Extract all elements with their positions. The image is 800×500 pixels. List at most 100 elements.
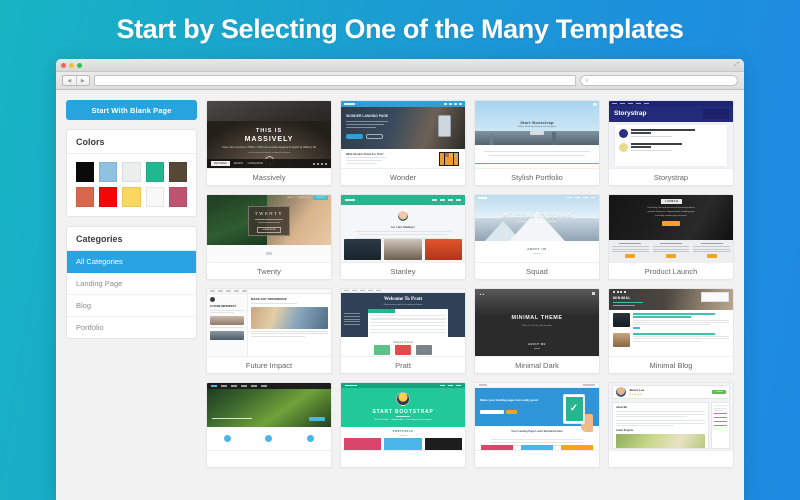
thumb-title: Storystrap [614,110,647,117]
sidebar-item-landing-page[interactable]: Landing Page [67,273,196,295]
thumb-title-line1: THIS IS [255,128,283,134]
colors-panel: Colors [66,129,197,217]
template-name: Squad [475,262,599,279]
template-name: Pratt [341,356,465,373]
template-card-squad[interactable]: WELCOME TO SQUAD Responsive one page tem… [474,194,600,280]
thumb-text: sed do eiusmod tempor incididunt ut labo… [248,152,290,154]
color-swatch[interactable] [122,187,141,207]
close-icon[interactable] [61,62,66,68]
color-swatch-row [76,187,188,207]
color-swatch[interactable] [145,162,164,182]
search-icon: ⚲ [585,77,589,84]
color-swatch[interactable] [122,162,141,182]
thumb-title: LAUNCH [661,199,683,204]
hamburger-icon [593,103,597,106]
color-swatch[interactable] [99,187,118,207]
color-swatch[interactable] [76,187,95,207]
template-thumbnail: Hi, I am Stanley! [341,195,465,262]
template-card-row4-3[interactable]: Make your landing page look really good … [474,382,600,468]
thumb-title: WONDER LANDING PAGE [346,114,389,118]
template-card-stylish-portfolio[interactable]: Start Bootstrap A Free Bootstrap Respons… [474,100,600,186]
window-titlebar: ⤢ [56,59,744,72]
thumb-subtitle: Your Landing Page Looks Wonderful Here [511,430,563,433]
template-card-row4-1[interactable] [206,382,332,468]
nav-buttons: ◀ ▶ [62,75,90,86]
categories-panel-title: Categories [67,227,196,251]
template-thumbnail: Welcome To Pratt Work smarter with the h… [341,289,465,356]
minimize-icon[interactable] [69,62,74,68]
expand-icon[interactable]: ⤢ [734,62,739,68]
template-name: Wonder [341,168,465,185]
template-thumbnail: START BOOTSTRAP Web Developer · Graphic … [341,383,465,450]
thumb-dots [313,162,327,165]
thumb-text: The flashy, fast and precise for beautif… [647,207,695,209]
template-thumbnail: James Lee ★★★★★ Contact About Me Latest … [609,383,733,450]
color-swatch[interactable] [168,187,188,207]
color-swatch[interactable] [76,162,95,182]
template-card-row4-2[interactable]: START BOOTSTRAP Web Developer · Graphic … [340,382,466,468]
template-thumbnail [207,383,331,450]
sidebar-item-blog[interactable]: Blog [67,295,196,317]
thumb-subtitle: Designed To Excel [393,341,413,344]
thumb-title: Make your landing page look really good [480,398,539,402]
thumb-title-line2: MASSIVELY [244,136,294,143]
template-card-minimal-blog[interactable]: MINIMAL Minimal Blog [608,288,734,374]
page-title: Start by Selecting One of the Many Templ… [116,14,684,44]
template-thumbnail: Make your landing page look really good … [475,383,599,450]
template-card-product-launch[interactable]: LAUNCH The flashy, fast and precise for … [608,194,734,280]
template-card-future-impact[interactable]: FUTURE IMPERFECT MAKE ANY DIFFERENCE Fut… [206,288,332,374]
template-name: Massively [207,168,331,185]
thumb-title: MINIMAL THEME [511,315,563,321]
thumb-button: LEARN MORE [257,226,281,233]
template-card-twenty[interactable]: HELLO PORTFOLIO SIGN UP TWENTY LEARN MORE … [206,194,332,280]
search-input[interactable]: ⚲ [580,75,738,86]
thumb-text: What Should I Know For This? [346,153,384,156]
template-card-storystrap[interactable]: Storystrap Storystrap [608,100,734,186]
thumb-subtitle: MAKE ANY DIFFERENCE [250,297,287,301]
template-card-minimal-dark[interactable]: ▲▲ MINIMAL THEME Hello, I'm Carter, Web … [474,288,600,374]
template-name [341,450,465,467]
start-with-blank-page-button[interactable]: Start With Blank Page [66,100,197,120]
color-swatch[interactable] [99,162,118,182]
template-name: Twenty [207,262,331,279]
template-card-stanley[interactable]: Hi, I am Stanley! Stanley [340,194,466,280]
color-swatch-grid [67,154,196,216]
template-thumbnail: Start Bootstrap A Free Bootstrap Respons… [475,101,599,168]
browser-window: ⤢ ◀ ▶ ⚲ Start With Blank Page Colors Cat… [56,59,744,500]
template-name: Stylish Portfolio [475,168,599,185]
template-name: Minimal Dark [475,356,599,373]
thumb-badge: Contact [712,390,726,394]
template-card-massively[interactable]: THIS IS MASSIVELY Clean, fully responsiv… [206,100,332,186]
forward-icon[interactable]: ▶ [75,76,90,85]
template-name [207,450,331,467]
thumb-section: ABOUT ME [528,343,546,346]
template-thumbnail: ▲▲ MINIMAL THEME Hello, I'm Carter, Web … [475,289,599,356]
back-icon[interactable]: ◀ [63,76,76,85]
thumb-section: PORTFOLIO [392,430,414,433]
template-card-pratt[interactable]: Welcome To Pratt Work smarter with the h… [340,288,466,374]
template-thumbnail: MINIMAL [609,289,733,356]
maximize-icon[interactable] [77,62,82,68]
thumb-subtitle: Hello, I'm Carter, Web designer [521,324,553,327]
thumb-text: minimal display for a digital product la… [647,211,695,213]
thumb-text: A Free Bootstrap Responsive Template [518,126,556,128]
thumb-section: About Me [616,406,627,409]
color-swatch[interactable] [145,187,164,207]
template-thumbnail: WONDER LANDING PAGE What Should I Know F… [341,101,465,168]
thumb-title: James Lee [629,388,645,393]
address-input[interactable] [94,75,576,86]
template-name: Product Launch [609,262,733,279]
sidebar-item-all-categories[interactable]: All Categories [67,251,196,273]
template-name: Minimal Blog [609,356,733,373]
color-swatch[interactable] [168,162,188,182]
hamburger-icon [592,292,595,295]
sidebar-item-portfolio[interactable]: Portfolio [67,317,196,338]
template-name: Storystrap [609,168,733,185]
logo-icon: ▲▲ [479,292,485,296]
thumb-title: MINIMAL [613,296,632,300]
thumb-text: Web Developer · Graphic Artist · User Ex… [374,419,432,421]
template-card-row4-4[interactable]: James Lee ★★★★★ Contact About Me Latest … [608,382,734,468]
template-card-wonder[interactable]: WONDER LANDING PAGE What Should I Know F… [340,100,466,186]
window-controls [61,62,82,68]
colors-panel-title: Colors [67,130,196,154]
